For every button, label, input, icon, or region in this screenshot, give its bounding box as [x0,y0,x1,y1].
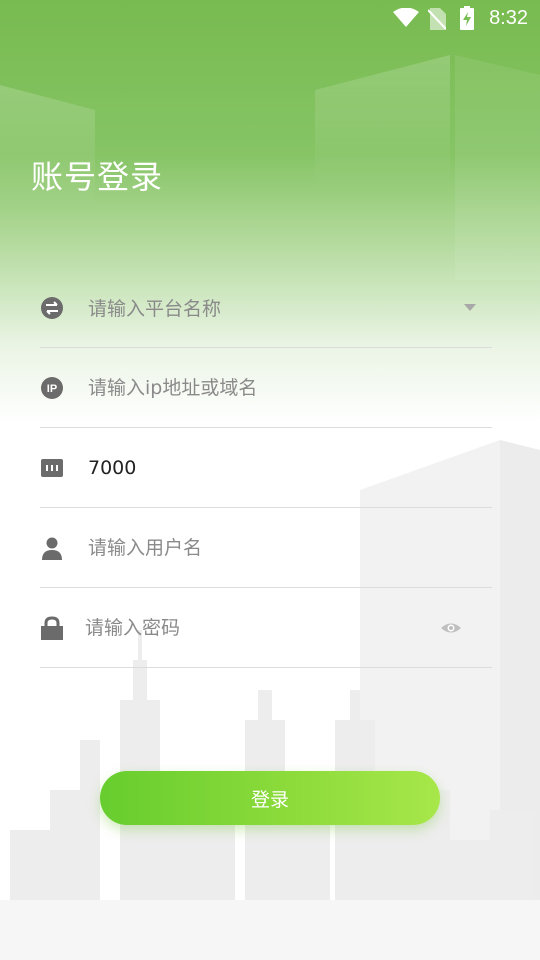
eye-icon[interactable] [440,618,462,638]
username-row [40,508,492,588]
lock-icon [41,616,63,640]
dropdown-arrow-icon[interactable] [464,304,476,311]
ethernet-port-icon [41,459,63,477]
address-row: IP [40,348,492,428]
status-bar: 8:32 [0,0,540,36]
svg-text:IP: IP [47,383,57,395]
password-row [40,588,492,668]
port-row [40,428,492,508]
password-input[interactable] [85,612,425,644]
port-input[interactable] [88,452,428,484]
login-button[interactable]: 登录 [100,771,440,825]
username-input[interactable] [88,532,428,564]
status-time: 8:32 [489,7,528,29]
wifi-icon [393,8,419,27]
page-title: 账号登录 [31,158,164,196]
platform-placeholder: 请输入平台名称 [88,298,222,320]
address-input[interactable] [88,372,428,404]
battery-charging-icon [460,6,474,30]
ip-icon: IP [41,377,63,399]
platform-select[interactable]: 请输入平台名称 [40,268,492,348]
login-form: 请输入平台名称 IP [40,268,492,668]
no-sim-icon [428,8,446,30]
swap-icon [41,297,63,319]
user-icon [42,537,62,560]
